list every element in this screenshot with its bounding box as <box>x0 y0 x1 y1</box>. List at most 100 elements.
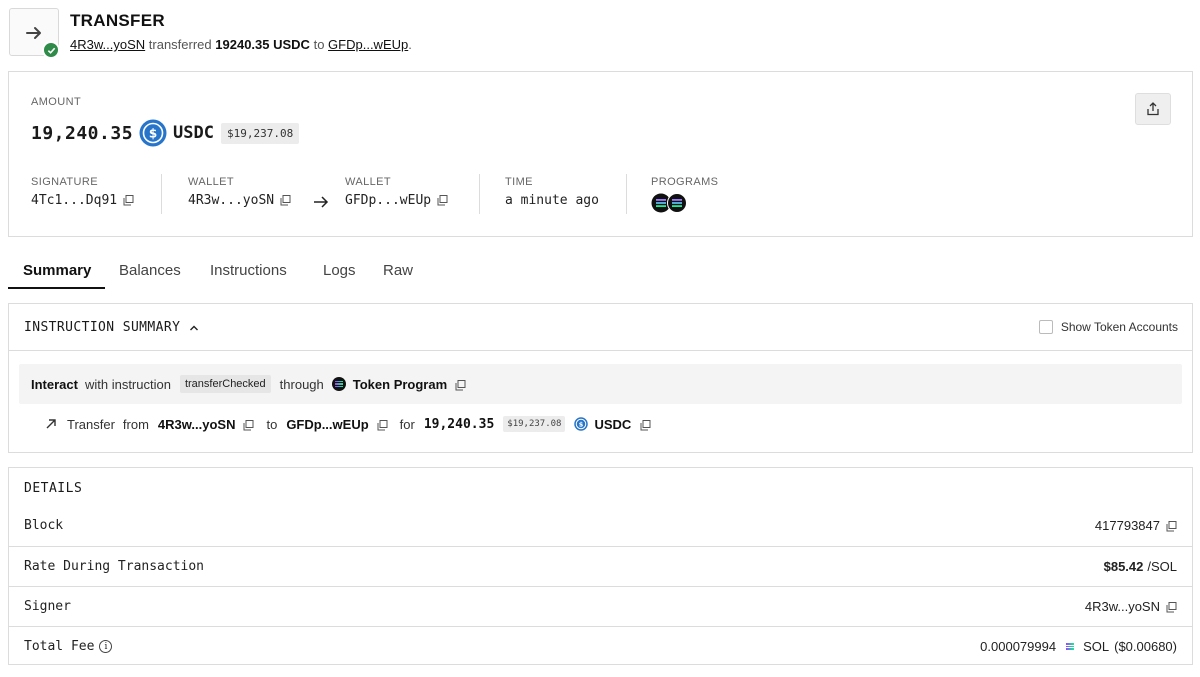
divider <box>626 174 627 214</box>
copy-icon[interactable] <box>243 419 254 430</box>
amount-row: 19,240.35 $ USDC $19,237.08 <box>31 118 300 148</box>
time-field: TIME a minute ago <box>505 176 599 208</box>
amount-symbol: USDC <box>173 123 214 143</box>
to-word: to <box>313 37 325 52</box>
rate-value: $85.42 <box>1103 559 1144 574</box>
detail-key: Block <box>24 518 64 533</box>
fee-usd: ($0.00680) <box>1114 639 1177 654</box>
detail-key: Rate During Transaction <box>24 559 205 574</box>
block-number[interactable]: 417793847 <box>1095 518 1160 533</box>
wallet-to-value[interactable]: GFDp...wEUp <box>345 193 431 208</box>
arrow-right-icon <box>314 196 329 208</box>
wallet-from-label: WALLET <box>188 176 235 188</box>
details-title: DETAILS <box>24 481 83 496</box>
copy-icon[interactable] <box>377 419 388 430</box>
copy-icon[interactable] <box>1166 601 1177 613</box>
copy-icon[interactable] <box>437 195 448 206</box>
amount-card: AMOUNT 19,240.35 $ USDC $19,237.08 SIGNA… <box>8 71 1193 237</box>
copy-icon[interactable] <box>455 379 466 390</box>
tab-logs[interactable]: Logs <box>323 262 356 279</box>
token-program-link[interactable]: Token Program <box>353 377 447 392</box>
from-address-link[interactable]: 4R3w...yoSN <box>70 37 145 52</box>
wallet-to-field: WALLET GFDp...wEUp <box>345 176 448 208</box>
copy-icon[interactable] <box>123 195 134 206</box>
time-label: TIME <box>505 176 533 188</box>
signature-value[interactable]: 4Tc1...Dq91 <box>31 193 117 208</box>
signer-address[interactable]: 4R3w...yoSN <box>1085 599 1160 614</box>
detail-key: Total Fee <box>24 639 95 654</box>
with-instruction-text: with instruction <box>84 376 171 392</box>
copy-icon[interactable] <box>640 419 651 430</box>
instruction-name-chip: transferChecked <box>179 375 271 393</box>
transfer-from-link[interactable]: 4R3w...yoSN <box>158 417 236 432</box>
programs-field: PROGRAMS <box>651 176 718 213</box>
for-word: for <box>399 416 415 432</box>
tab-balances[interactable]: Balances <box>119 262 181 279</box>
show-token-accounts-checkbox[interactable] <box>1038 320 1053 334</box>
chevron-up-icon[interactable] <box>189 324 199 332</box>
detail-row-signer: Signer 4R3w...yoSN <box>9 586 1192 626</box>
copy-icon[interactable] <box>280 195 291 206</box>
tab-raw[interactable]: Raw <box>383 262 413 279</box>
transfer-usd-badge: $19,237.08 <box>503 416 566 432</box>
page-title: TRANSFER <box>70 11 165 30</box>
wallet-from-field: WALLET 4R3w...yoSN <box>188 176 291 208</box>
through-text: through <box>279 376 324 392</box>
instruction-summary-card: INSTRUCTION SUMMARY Show Token Accounts … <box>8 303 1193 453</box>
svg-text:$: $ <box>149 127 157 141</box>
usdc-logo-icon: $ <box>574 417 589 431</box>
transaction-header: TRANSFER 4R3w...yoSN transferred 19240.3… <box>9 8 1191 60</box>
to-address-link[interactable]: GFDp...wEUp <box>328 37 408 52</box>
svg-text:$: $ <box>579 421 584 429</box>
show-token-accounts-label: Show Token Accounts <box>1060 320 1178 334</box>
details-card: DETAILS Block 417793847 Rate During Tran… <box>8 467 1193 665</box>
transfer-to-link[interactable]: GFDp...wEUp <box>286 417 368 432</box>
detail-row-total-fee: Total Fee i 0.000079994 SOL ($0.00680) <box>9 626 1192 666</box>
signature-label: SIGNATURE <box>31 176 98 188</box>
show-token-accounts-toggle[interactable]: Show Token Accounts <box>1038 320 1178 334</box>
solana-program-icon[interactable] <box>667 193 687 213</box>
transfer-type-icon-box <box>9 8 60 59</box>
share-button[interactable] <box>1135 93 1171 125</box>
copy-icon[interactable] <box>1166 520 1177 532</box>
transfer-row: Transfer from 4R3w...yoSN to GFDp...wEUp… <box>45 414 651 434</box>
instruction-summary-header[interactable]: INSTRUCTION SUMMARY Show Token Accounts <box>9 304 1192 351</box>
wallet-to-label: WALLET <box>345 176 392 188</box>
detail-row-rate: Rate During Transaction $85.42 /SOL <box>9 546 1192 586</box>
programs-label: PROGRAMS <box>651 176 719 188</box>
fee-value: 0.000079994 <box>980 639 1057 654</box>
active-tab-indicator <box>8 287 105 289</box>
arrow-right-icon <box>26 27 41 39</box>
transfer-symbol[interactable]: USDC <box>594 417 631 432</box>
rate-unit: /SOL <box>1147 559 1177 574</box>
transfer-verb: Transfer <box>67 416 115 432</box>
success-check-icon <box>42 41 60 59</box>
from-word: from <box>122 416 149 432</box>
info-icon[interactable]: i <box>99 640 113 653</box>
usdc-logo-icon: $ <box>139 119 167 147</box>
transfer-amount: 19,240.35 <box>423 416 495 432</box>
signature-field: SIGNATURE 4Tc1...Dq91 <box>31 176 134 208</box>
divider <box>479 174 480 214</box>
period: . <box>408 37 412 52</box>
amount-text: 19240.35 USDC <box>215 37 310 52</box>
amount-value: 19,240.35 <box>31 122 134 144</box>
wallet-from-value[interactable]: 4R3w...yoSN <box>188 193 274 208</box>
transaction-description: 4R3w...yoSN transferred 19240.35 USDC to… <box>70 37 412 52</box>
detail-row-block: Block 417793847 <box>9 506 1192 546</box>
time-value: a minute ago <box>505 193 599 208</box>
detail-key: Signer <box>24 599 71 614</box>
share-icon <box>1147 102 1159 116</box>
instruction-summary-title: INSTRUCTION SUMMARY <box>24 320 181 335</box>
verb-text: transferred <box>148 37 212 52</box>
interact-row: Interact with instruction transferChecke… <box>19 364 1182 404</box>
interact-label: Interact <box>31 376 78 392</box>
divider <box>161 174 162 214</box>
usd-value-badge: $19,237.08 <box>221 122 300 144</box>
tab-summary[interactable]: Summary <box>23 262 91 279</box>
fee-unit: SOL <box>1083 639 1110 654</box>
amount-label: AMOUNT <box>31 96 82 108</box>
solana-icon <box>1063 640 1077 654</box>
to-word: to <box>266 416 278 432</box>
tab-instructions[interactable]: Instructions <box>210 262 287 279</box>
